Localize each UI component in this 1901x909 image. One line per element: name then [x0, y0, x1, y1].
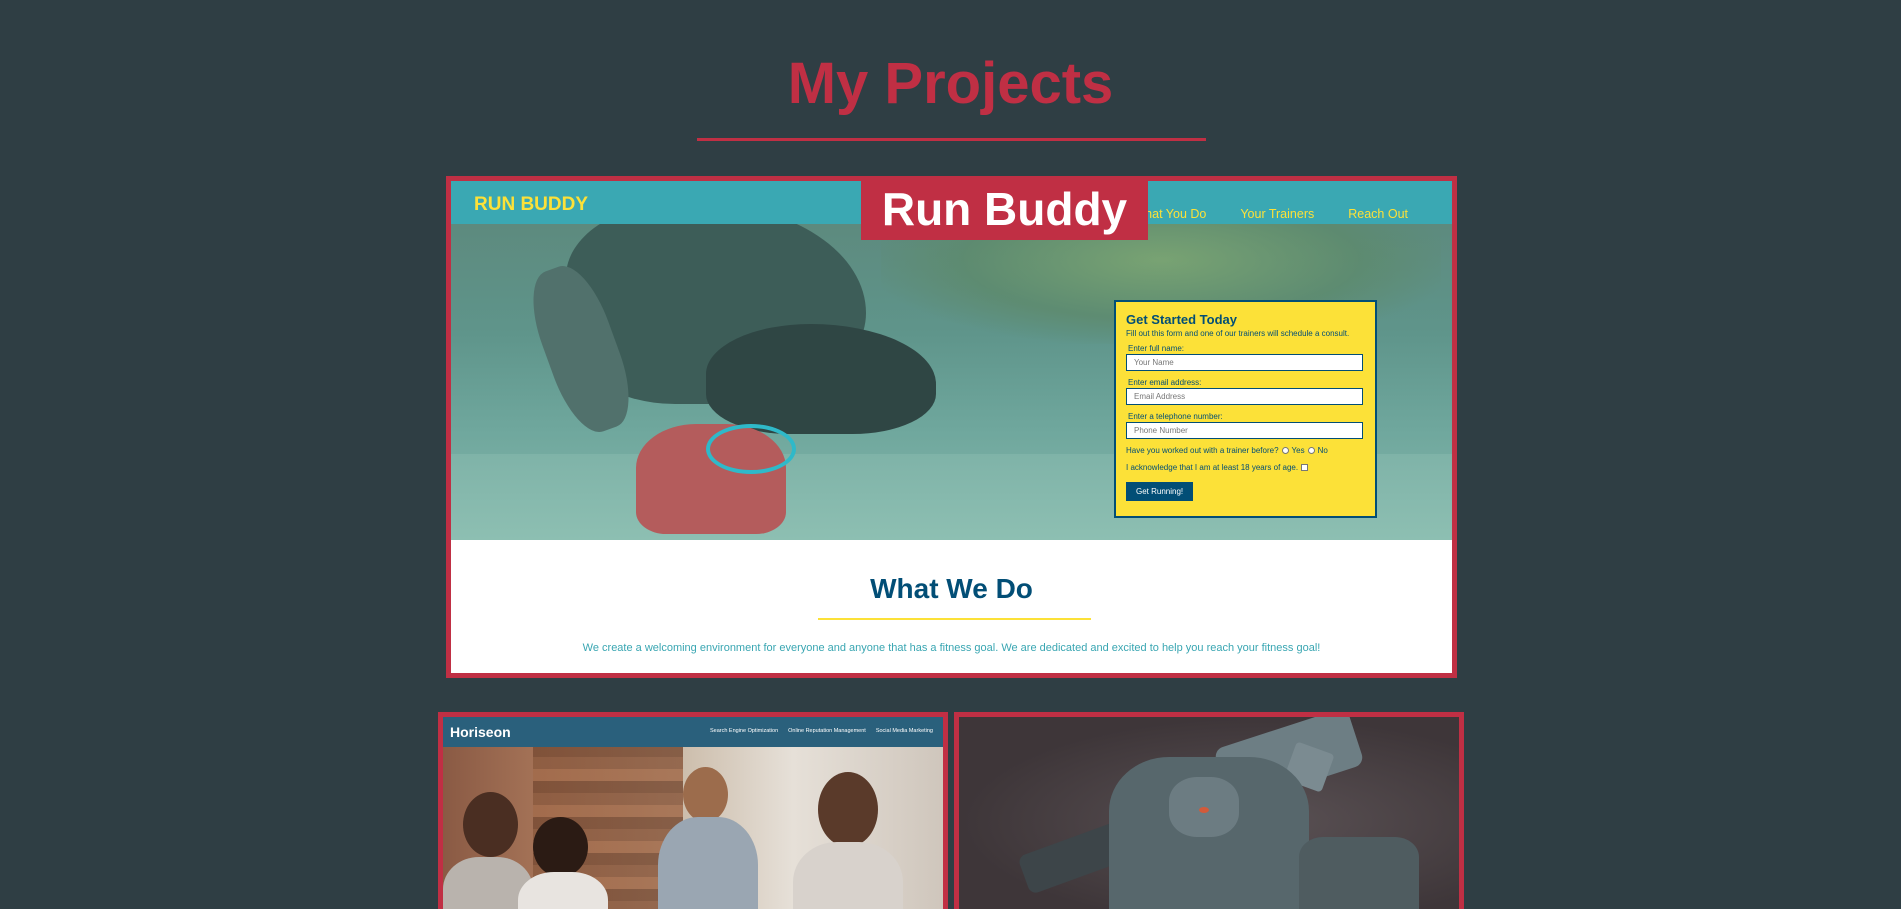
horiseon-team-photo: [443, 747, 943, 909]
project-card-model-figure[interactable]: [954, 712, 1464, 909]
project-label-run-buddy[interactable]: Run Buddy: [861, 178, 1148, 240]
age-ack-label: I acknowledge that I am at least 18 year…: [1126, 463, 1299, 472]
form-title: Get Started Today: [1126, 312, 1238, 327]
what-we-do-text: We create a welcoming environment for ev…: [582, 642, 1321, 654]
phone-label: Enter a telephone number:: [1128, 412, 1223, 421]
horiseon-nav-item: Search Engine Optimization: [709, 728, 779, 734]
horiseon-header: Horiseon Search Engine Optimization Onli…: [443, 717, 943, 747]
project-card-run-buddy[interactable]: RUN BUDDY What You Do Your Trainers Reac…: [446, 176, 1457, 678]
horiseon-nav: Search Engine Optimization Online Reputa…: [710, 728, 933, 734]
name-field: Your Name: [1126, 354, 1363, 371]
horiseon-nav-item: Online Reputation Management: [788, 728, 866, 734]
trainer-question: Have you worked out with a trainer befor…: [1126, 446, 1279, 455]
no-radio: [1307, 447, 1315, 454]
trainer-question-row: Have you worked out with a trainer befor…: [1126, 446, 1365, 455]
form-subtitle: Fill out this form and one of our traine…: [1126, 329, 1350, 338]
run-buddy-signup-form: Get Started Today Fill out this form and…: [1114, 300, 1377, 518]
yes-label: Yes: [1291, 446, 1305, 455]
project-card-horiseon[interactable]: Horiseon Search Engine Optimization Onli…: [438, 712, 948, 909]
get-running-button: Get Running!: [1126, 482, 1194, 501]
run-buddy-nav-item: Reach Out: [1348, 207, 1408, 221]
phone-field: Phone Number: [1126, 422, 1363, 439]
name-label: Enter full name:: [1128, 344, 1185, 353]
horiseon-logo: Horiseon: [450, 724, 511, 740]
yes-radio: [1281, 447, 1289, 454]
age-ack-row: I acknowledge that I am at least 18 year…: [1126, 463, 1365, 472]
page-title: My Projects: [787, 51, 1114, 116]
horiseon-nav-item: Social Media Marketing: [875, 728, 933, 734]
no-label: No: [1317, 446, 1328, 455]
what-we-do-title: What We Do: [870, 573, 1033, 604]
run-buddy-hero-image: Get Started Today Fill out this form and…: [451, 224, 1452, 540]
run-buddy-nav: What You Do Your Trainers Reach Out: [1133, 207, 1408, 221]
age-checkbox: [1301, 464, 1309, 471]
email-label: Enter email address:: [1128, 378, 1202, 387]
hero-runner: [506, 224, 936, 540]
run-buddy-nav-item: Your Trainers: [1240, 207, 1315, 221]
email-field: Email Address: [1126, 388, 1363, 405]
run-buddy-logo: RUN BUDDY: [474, 194, 588, 215]
what-we-do-underline: [818, 618, 1091, 620]
title-underline: [697, 138, 1206, 141]
